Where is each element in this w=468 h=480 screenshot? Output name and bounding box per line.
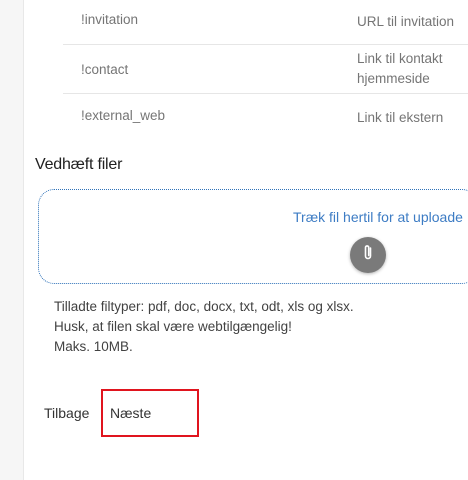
attachments-title: Vedhæft filer bbox=[35, 156, 123, 173]
variable-description: URL til invitation bbox=[357, 14, 455, 29]
table-row: !external_web Link til ekstern bbox=[63, 94, 468, 142]
variable-description: Link til kontakt hjemmeside bbox=[357, 51, 443, 86]
dropzone-text: Træk fil hertil for at uploade bbox=[293, 209, 463, 225]
variable-code: !invitation bbox=[81, 12, 139, 27]
allowed-types-text: Tilladte filtyper: pdf, doc, docx, txt, … bbox=[54, 299, 354, 314]
table-row: !invitation URL til invitation bbox=[63, 0, 468, 45]
variable-description: Link til ekstern bbox=[357, 110, 444, 125]
next-button[interactable]: Næste bbox=[110, 405, 151, 421]
file-dropzone[interactable]: Træk fil hertil for at uploade bbox=[38, 189, 468, 284]
variable-code: !contact bbox=[81, 62, 129, 77]
back-button[interactable]: Tilbage bbox=[44, 405, 89, 421]
variable-code: !external_web bbox=[81, 108, 166, 123]
web-accessible-note: Husk, at filen skal være webtilgængelig! bbox=[54, 319, 292, 334]
upload-info: Tilladte filtyper: pdf, doc, docx, txt, … bbox=[54, 297, 354, 357]
variables-table: !invitation URL til invitation !contact … bbox=[63, 0, 468, 142]
upload-button[interactable] bbox=[350, 237, 386, 273]
paperclip-icon bbox=[360, 244, 376, 267]
max-size-text: Maks. 10MB. bbox=[54, 339, 133, 354]
table-row: !contact Link til kontakt hjemmeside bbox=[63, 45, 468, 94]
